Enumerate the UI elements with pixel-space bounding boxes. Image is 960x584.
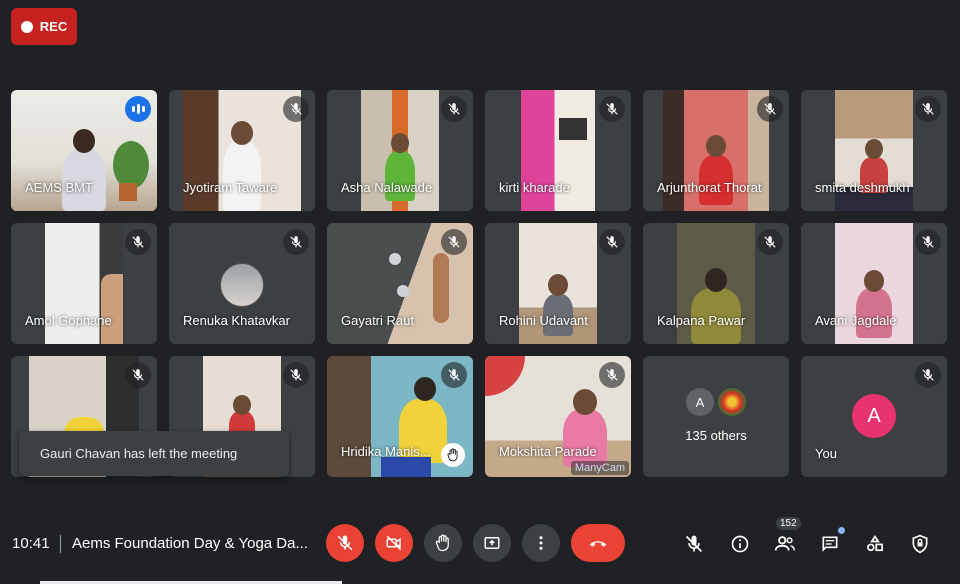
participant-name: kirti kharade bbox=[499, 180, 570, 195]
participant-name: Rohini Udavant bbox=[499, 313, 588, 328]
mic-off-icon bbox=[757, 96, 783, 122]
chat-button[interactable] bbox=[815, 527, 845, 559]
host-mic-button[interactable] bbox=[679, 529, 709, 559]
host-controls-button[interactable] bbox=[905, 529, 935, 559]
people-icon bbox=[774, 536, 795, 551]
notification-toast: Gauri Chavan has left the meeting bbox=[19, 431, 289, 476]
control-bar: 10:41 Aems Foundation Day & Yoga Da... 1… bbox=[0, 515, 960, 573]
end-call-button[interactable] bbox=[571, 524, 625, 562]
participant-tile[interactable]: Renuka Khatavkar bbox=[169, 223, 315, 344]
mic-off-icon bbox=[283, 96, 309, 122]
participant-tile[interactable]: kirti kharade bbox=[485, 90, 631, 211]
participant-name: Asha Nalawade bbox=[341, 180, 433, 195]
participant-name: Amol Gophane bbox=[25, 313, 112, 328]
participant-name: Jyotiram Taware bbox=[183, 180, 278, 195]
self-tile[interactable]: A You bbox=[801, 356, 947, 477]
mic-off-icon bbox=[441, 229, 467, 255]
participant-tile[interactable]: smita deshmukh bbox=[801, 90, 947, 211]
present-icon bbox=[484, 537, 500, 549]
people-button[interactable]: 152 bbox=[770, 517, 801, 559]
participant-tile[interactable]: Asha Nalawade bbox=[327, 90, 473, 211]
raise-hand-button[interactable] bbox=[424, 524, 462, 562]
host-controls-icon bbox=[912, 534, 928, 554]
present-button[interactable] bbox=[473, 524, 511, 562]
others-avatars: A bbox=[686, 388, 746, 416]
mic-off-icon bbox=[441, 96, 467, 122]
participant-name: Hridika Manis... bbox=[341, 444, 431, 459]
avatar: A bbox=[852, 394, 896, 438]
activities-icon bbox=[867, 534, 883, 552]
participant-name: Mokshita Parade bbox=[499, 444, 597, 459]
raise-hand-icon bbox=[435, 534, 449, 552]
mic-off-icon bbox=[125, 362, 151, 388]
participant-tile[interactable]: Avani Jagdale bbox=[801, 223, 947, 344]
more-options-button[interactable] bbox=[522, 524, 560, 562]
avatar bbox=[220, 263, 264, 307]
mic-off-icon bbox=[283, 229, 309, 255]
participant-name: smita deshmukh bbox=[815, 180, 910, 195]
mic-off-icon bbox=[599, 362, 625, 388]
mic-off-icon bbox=[915, 229, 941, 255]
host-mic-icon bbox=[685, 535, 703, 553]
camera-off-icon bbox=[386, 535, 402, 551]
mic-off-icon bbox=[337, 535, 353, 551]
participant-name: Avani Jagdale bbox=[815, 313, 897, 328]
participant-tile[interactable]: Hridika Manis... bbox=[327, 356, 473, 477]
meeting-title[interactable]: Aems Foundation Day & Yoga Da... bbox=[72, 535, 316, 552]
participant-tile[interactable]: Amol Gophane bbox=[11, 223, 157, 344]
info-icon bbox=[731, 535, 749, 553]
participant-name: Gayatri Raut bbox=[341, 313, 414, 328]
chat-icon bbox=[822, 536, 838, 552]
info-button[interactable] bbox=[725, 529, 755, 559]
unread-dot bbox=[838, 527, 845, 534]
avatar bbox=[718, 388, 746, 416]
participant-tile[interactable]: Jyotiram Taware bbox=[169, 90, 315, 211]
separator bbox=[60, 535, 61, 553]
recording-label: REC bbox=[39, 19, 68, 34]
participant-name: AEMS BMT bbox=[25, 180, 93, 195]
participant-tile[interactable]: Arjunthorat Thorat bbox=[643, 90, 789, 211]
record-dot-icon bbox=[20, 20, 33, 33]
speaking-indicator-icon bbox=[125, 96, 151, 122]
mic-off-icon bbox=[125, 229, 151, 255]
raised-hand-icon bbox=[441, 443, 465, 467]
manycam-watermark: ManyCam bbox=[570, 461, 629, 475]
others-tile[interactable]: A 135 others bbox=[643, 356, 789, 477]
more-options-icon bbox=[539, 536, 543, 550]
mic-off-icon bbox=[915, 96, 941, 122]
end-call-icon bbox=[589, 541, 607, 547]
participant-tile[interactable]: Gayatri Raut bbox=[327, 223, 473, 344]
mic-toggle-button[interactable] bbox=[326, 524, 364, 562]
toast-message: Gauri Chavan has left the meeting bbox=[40, 446, 238, 461]
participant-tile[interactable]: AEMS BMT bbox=[11, 90, 157, 211]
participant-name: Renuka Khatavkar bbox=[183, 313, 290, 328]
mic-off-icon bbox=[441, 362, 467, 388]
participant-name: Kalpana Pawar bbox=[657, 313, 746, 328]
participant-grid: AEMS BMT Jyotiram Taware Asha Nalawade k… bbox=[11, 90, 947, 478]
people-count-badge: 152 bbox=[776, 517, 801, 530]
avatar: A bbox=[686, 388, 714, 416]
meeting-time: 10:41 bbox=[12, 535, 50, 552]
others-count: 135 others bbox=[685, 428, 747, 443]
participant-name: Arjunthorat Thorat bbox=[657, 180, 762, 195]
activities-button[interactable] bbox=[860, 529, 890, 559]
participant-tile[interactable]: Rohini Udavant bbox=[485, 223, 631, 344]
participant-name: You bbox=[815, 446, 837, 461]
mic-off-icon bbox=[915, 362, 941, 388]
recording-badge[interactable]: REC bbox=[11, 8, 77, 45]
participant-tile[interactable]: Kalpana Pawar bbox=[643, 223, 789, 344]
participant-tile[interactable]: ManyCam Mokshita Parade bbox=[485, 356, 631, 477]
mic-off-icon bbox=[599, 229, 625, 255]
mic-off-icon bbox=[757, 229, 783, 255]
mic-off-icon bbox=[283, 362, 309, 388]
mic-off-icon bbox=[599, 96, 625, 122]
camera-toggle-button[interactable] bbox=[375, 524, 413, 562]
